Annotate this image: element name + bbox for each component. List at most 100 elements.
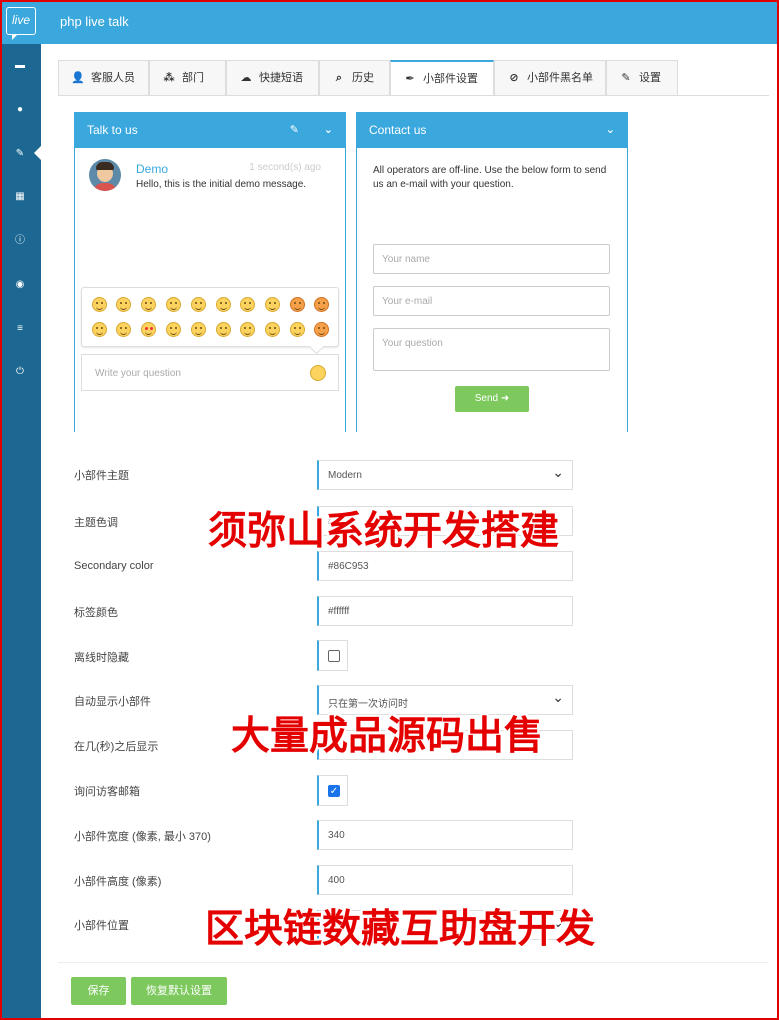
tab-departments[interactable]: ⁂ 部门 (149, 60, 226, 96)
info-icon[interactable]: ⓘ (12, 233, 28, 249)
emoji-icon[interactable] (314, 322, 329, 337)
watermark-text: 须弥山系统开发搭建 (208, 508, 560, 554)
tab-label: 客服人员 (91, 72, 135, 84)
name-field[interactable]: Your name (373, 244, 610, 274)
map-marker-icon[interactable]: ● (12, 102, 28, 118)
contact-widget-preview: Contact us ⌄ All operators are off-line.… (356, 112, 628, 432)
smile-icon[interactable] (310, 365, 326, 381)
hide-offline-label: 离线时隐藏 (74, 652, 129, 664)
chat-icon[interactable]: ▬ (12, 58, 28, 74)
arrow-right-icon: ➜ (500, 393, 510, 404)
emoji-icon[interactable] (240, 297, 255, 312)
wrench-icon[interactable]: ✎ (12, 146, 28, 162)
tab-label: 小部件设置 (423, 73, 478, 85)
emoji-icon[interactable] (116, 322, 131, 337)
avatar (89, 159, 121, 191)
emoji-icon[interactable] (116, 297, 131, 312)
contact-widget-header[interactable]: Contact us ⌄ (357, 113, 627, 148)
check-icon: ✓ (328, 785, 340, 797)
tab-settings[interactable]: ✎ 设置 (606, 60, 678, 96)
ask-email-checkbox[interactable]: ✓ (317, 775, 348, 806)
tab-label: 小部件黑名单 (527, 72, 593, 84)
emoji-icon[interactable] (290, 297, 305, 312)
emoji-icon[interactable] (265, 322, 280, 337)
chat-message: Demo 1 second(s) ago Hello, this is the … (75, 148, 345, 288)
emoji-icon[interactable] (92, 297, 107, 312)
hide-offline-checkbox[interactable] (317, 640, 348, 671)
qrcode-icon[interactable]: ▦ (12, 189, 28, 205)
delay-label: 在几(秒)之后显示 (74, 741, 159, 753)
ask-email-label: 询问访客邮箱 (74, 786, 140, 798)
eyedropper-icon: ✒ (405, 73, 415, 85)
checkbox-box (328, 650, 340, 662)
logo-icon[interactable]: live (6, 7, 36, 40)
reset-defaults-button[interactable]: 恢复默认设置 (131, 977, 227, 1005)
emoji-icon[interactable] (166, 322, 181, 337)
tab-label: 历史 (352, 72, 374, 84)
email-field[interactable]: Your e-mail (373, 286, 610, 316)
emoji-icon[interactable] (314, 297, 329, 312)
power-icon[interactable]: ⏻ (12, 364, 28, 380)
message-text: Hello, this is the initial demo message. (136, 179, 307, 190)
position-label: 小部件位置 (74, 920, 129, 932)
emoji-icon[interactable] (216, 322, 231, 337)
question-field[interactable]: Your question (373, 328, 610, 371)
tab-label: 快捷短语 (259, 72, 303, 84)
width-label: 小部件宽度 (像素, 最小 370) (74, 831, 211, 843)
tab-operators[interactable]: 👤 客服人员 (58, 60, 149, 96)
tab-label: 设置 (639, 72, 661, 84)
theme-select[interactable]: Modern (317, 460, 573, 490)
send-label: Send (474, 393, 499, 404)
wrench-icon[interactable]: ✎ (290, 113, 299, 148)
secondary-color-label: Secondary color (74, 560, 154, 572)
emoji-icon[interactable] (240, 322, 255, 337)
tab-divider (58, 95, 769, 96)
tab-history[interactable]: ⌕ 历史 (319, 60, 390, 96)
height-input[interactable]: 400 (317, 865, 573, 895)
chevron-down-icon[interactable]: ⌄ (606, 113, 615, 148)
active-indicator (34, 146, 41, 160)
tab-widget-settings[interactable]: ✒ 小部件设置 (390, 60, 494, 96)
watermark-text: 大量成品源码出售 (231, 713, 544, 759)
question-input[interactable]: Write your question (81, 354, 339, 391)
emoji-icon[interactable] (191, 322, 206, 337)
wrench-icon: ✎ (621, 72, 631, 84)
theme-color-label: 主题色调 (74, 517, 118, 529)
top-bar: live php live talk (0, 0, 779, 44)
save-button[interactable]: 保存 (71, 977, 126, 1005)
emoji-icon[interactable] (191, 297, 206, 312)
emoji-icon[interactable] (141, 297, 156, 312)
user-icon: 👤 (71, 72, 85, 84)
send-button[interactable]: Send ➜ (455, 386, 529, 412)
operator-name: Demo (136, 162, 169, 176)
emoji-icon[interactable] (216, 297, 231, 312)
emoji-picker (81, 287, 339, 347)
ban-icon: ⊘ (509, 72, 519, 84)
emoji-icon[interactable] (265, 297, 280, 312)
search-icon: ⌕ (335, 72, 343, 84)
width-input[interactable]: 340 (317, 820, 573, 850)
eye-icon[interactable]: ◉ (12, 277, 28, 293)
tab-quick-phrases[interactable]: ☁ 快捷短语 (226, 60, 319, 96)
comments-icon: ☁ (240, 72, 252, 84)
label-color-label: 标签颜色 (74, 607, 118, 619)
chevron-down-icon[interactable]: ⌄ (324, 113, 333, 148)
height-label: 小部件高度 (像素) (74, 876, 162, 888)
emoji-icon[interactable] (141, 322, 156, 337)
question-placeholder: Write your question (95, 368, 181, 379)
auto-show-label: 自动显示小部件 (74, 696, 151, 708)
chat-widget-header[interactable]: Talk to us ✎ ⌄ (75, 113, 345, 148)
list-icon[interactable]: ≡ (12, 321, 28, 337)
theme-label: 小部件主题 (74, 470, 129, 482)
tab-widget-blacklist[interactable]: ⊘ 小部件黑名单 (494, 60, 606, 96)
message-time: 1 second(s) ago (249, 162, 321, 173)
chat-widget-title: Talk to us (87, 123, 138, 137)
sidebar: ▬ ● ✎ ▦ ⓘ ◉ ≡ ⏻ (0, 44, 41, 1020)
contact-widget-title: Contact us (369, 123, 427, 137)
emoji-icon[interactable] (290, 322, 305, 337)
form-footer: 保存 恢复默认设置 (58, 962, 769, 1020)
emoji-icon[interactable] (92, 322, 107, 337)
app-title: php live talk (60, 14, 129, 29)
label-color-input[interactable]: #ffffff (317, 596, 573, 626)
emoji-icon[interactable] (166, 297, 181, 312)
